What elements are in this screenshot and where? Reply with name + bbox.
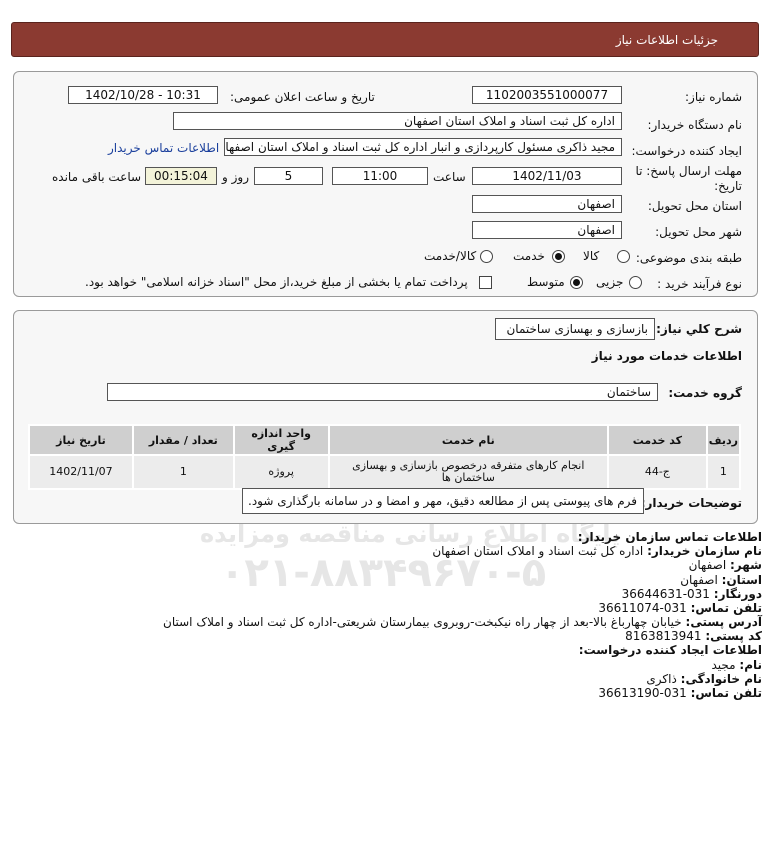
process-medium-label: متوسط: [527, 275, 565, 289]
col-date: تاریخ نیاز: [28, 424, 134, 456]
category-label: طبقه بندی موضوعی:: [635, 251, 742, 265]
summary-field: بازسازی و بهسازی ساختمان: [495, 318, 655, 340]
province-field[interactable]: اصفهان: [472, 195, 622, 213]
col-row: ردیف: [705, 424, 742, 456]
category-goods-radio[interactable]: [617, 250, 630, 263]
fax-value: 031-36644631: [621, 587, 710, 601]
creator-phone-label: تلفن تماس:: [690, 686, 762, 700]
contact-city: شهر: اصفهان: [689, 558, 762, 572]
service-group-label: گروه خدمت:: [668, 386, 742, 400]
process-label: نوع فرآیند خرید :: [657, 277, 742, 291]
table-header-row: ردیف کد خدمت نام خدمت واحد اندازه گیری ت…: [28, 424, 742, 456]
city-value: اصفهان: [688, 558, 727, 572]
page-header: جزئیات اطلاعات نیاز: [11, 22, 759, 57]
contact-province: استان: اصفهان: [680, 573, 762, 587]
deadline-label-1: مهلت ارسال پاسخ: تا: [635, 164, 742, 178]
postal-value: 8163813941: [625, 629, 702, 643]
contact-postal: کد پستی: 8163813941: [625, 629, 762, 643]
cell-code: ج-44: [606, 454, 708, 490]
service-group-field: ساختمان: [107, 383, 658, 401]
contact-heading: اطلاعات تماس سازمان خریدار:: [577, 530, 762, 544]
cell-unit: پروژه: [232, 454, 330, 490]
cell-qty: 1: [131, 454, 235, 490]
announce-field[interactable]: 1402/10/28 - 10:31: [68, 86, 218, 104]
contact-phone: تلفن تماس: 031-36611074: [598, 601, 762, 615]
announce-label: تاریخ و ساعت اعلان عمومی:: [230, 90, 375, 104]
payment-note: پرداخت تمام یا بخشی از مبلغ خرید،از محل …: [85, 275, 468, 289]
creator-family: نام خانوادگی: ذاکری: [646, 672, 762, 686]
category-service-label: خدمت: [513, 249, 545, 263]
services-heading: اطلاعات خدمات مورد نیاز: [591, 349, 742, 363]
family-label: نام خانوادگی:: [680, 672, 762, 686]
creator-phone: تلفن تماس: 031-36613190: [598, 686, 762, 700]
province-label: استان محل تحویل:: [647, 199, 742, 213]
creator-field[interactable]: مجید ذاکری مسئول کارپردازی و انبار اداره…: [224, 138, 622, 156]
process-medium-radio[interactable]: [570, 276, 583, 289]
cell-row: 1: [705, 454, 742, 490]
org-value: اداره کل ثبت اسناد و املاک استان اصفهان: [432, 544, 644, 558]
contact-org: نام سازمان خریدار: اداره کل ثبت اسناد و …: [432, 544, 762, 558]
city-label: شهر محل تحویل:: [655, 225, 742, 239]
summary-label: شرح کلي نياز:: [656, 322, 742, 336]
fax-label: دورنگار:: [713, 587, 762, 601]
deadline-date-field[interactable]: 1402/11/03: [472, 167, 622, 185]
treasury-checkbox[interactable]: [479, 276, 492, 289]
address-value: خیابان چهارباغ بالا-بعد از چهار راه نیکب…: [163, 615, 682, 629]
buyer-notes-field: فرم های پیوستی پس از مطالعه دقیق، مهر و …: [242, 488, 644, 514]
col-qty: تعداد / مقدار: [131, 424, 235, 456]
table-row[interactable]: 1 ج-44 انجام کارهای متفرقه درخصوص بازساز…: [28, 454, 742, 490]
address-label: آدرس پستی:: [685, 615, 762, 629]
family-value: ذاکری: [646, 672, 677, 686]
creator-heading: اطلاعات ایجاد کننده درخواست:: [578, 643, 762, 657]
creator-label: ایجاد کننده درخواست:: [631, 144, 742, 158]
city-field[interactable]: اصفهان: [472, 221, 622, 239]
category-service-radio[interactable]: [552, 250, 565, 263]
phone-value: 031-36611074: [598, 601, 687, 615]
need-number-label: شماره نیاز:: [685, 90, 742, 104]
creator-phone-value: 031-36613190: [598, 686, 687, 700]
city-label-2: شهر:: [730, 558, 762, 572]
remaining-label: ساعت باقی مانده: [52, 170, 142, 184]
name-value: مجید: [711, 658, 736, 672]
cell-name: انجام کارهای متفرقه درخصوص بازسازی و بهس…: [327, 454, 609, 490]
deadline-time-field[interactable]: 11:00: [332, 167, 428, 185]
buyer-notes-label: توضیحات خریدار:: [640, 496, 742, 510]
province-label-2: استان:: [721, 573, 762, 587]
process-minor-radio[interactable]: [629, 276, 642, 289]
cell-date: 1402/11/07: [28, 454, 134, 490]
contact-address: آدرس پستی: خیابان چهارباغ بالا-بعد از چه…: [163, 615, 762, 629]
contact-info-link[interactable]: اطلاعات تماس خریدار: [108, 141, 219, 155]
creator-name: نام: مجید: [711, 658, 762, 672]
days-label: روز و: [222, 170, 249, 184]
postal-label: کد پستی:: [705, 629, 762, 643]
category-both-label: کالا/خدمت: [424, 249, 477, 263]
category-goods-label: کالا: [583, 249, 600, 263]
col-name: نام خدمت: [327, 424, 609, 456]
province-value: اصفهان: [680, 573, 718, 587]
col-unit: واحد اندازه گیری: [232, 424, 330, 456]
buyer-org-field[interactable]: اداره کل ثبت اسناد و املاک استان اصفهان: [173, 112, 622, 130]
contact-fax: دورنگار: 031-36644631: [622, 587, 762, 601]
buyer-org-label: نام دستگاه خریدار:: [647, 118, 743, 132]
page-title: جزئیات اطلاعات نیاز: [615, 33, 718, 47]
need-number-field[interactable]: 1102003551000077: [472, 86, 622, 104]
col-code: کد خدمت: [606, 424, 708, 456]
days-field[interactable]: 5: [254, 167, 323, 185]
name-label: نام:: [739, 658, 762, 672]
deadline-label-2: تاریخ:: [714, 179, 742, 193]
category-both-radio[interactable]: [480, 250, 493, 263]
process-minor-label: جزیی: [596, 275, 624, 289]
phone-label: تلفن تماس:: [690, 601, 762, 615]
time-label: ساعت: [433, 170, 466, 184]
remaining-time-field: 00:15:04: [145, 167, 217, 185]
org-label: نام سازمان خریدار:: [647, 544, 762, 558]
services-table: ردیف کد خدمت نام خدمت واحد اندازه گیری ت…: [28, 424, 742, 490]
